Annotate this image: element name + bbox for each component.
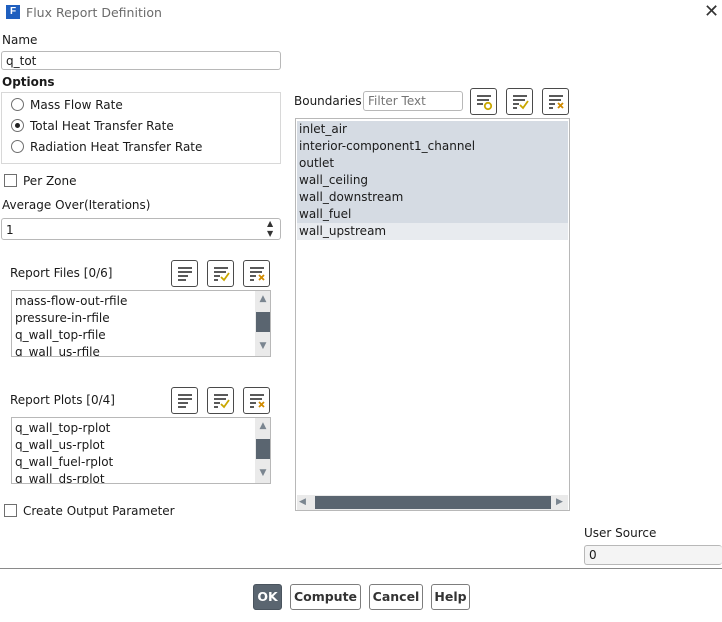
options-label: Options — [2, 75, 55, 89]
deselect-all-icon — [250, 267, 265, 281]
title-bar: F Flux Report Definition ✕ — [0, 0, 722, 26]
boundaries-horizontal-scrollbar[interactable]: ◀ ▶ — [297, 495, 568, 510]
boundaries-list[interactable]: inlet_air interior-component1_channel ou… — [295, 118, 570, 511]
report-files-list-all-button[interactable] — [171, 260, 198, 287]
radio-total-heat-transfer-rate[interactable] — [11, 119, 24, 132]
user-source-label: User Source — [584, 526, 657, 540]
boundaries-select-all-button[interactable] — [506, 88, 533, 115]
per-zone-label[interactable]: Per Zone — [23, 174, 77, 188]
name-label: Name — [2, 33, 38, 47]
radio-label-mass-flow-rate[interactable]: Mass Flow Rate — [30, 98, 123, 112]
radio-mass-flow-rate[interactable] — [11, 98, 24, 111]
user-source-input[interactable]: 0 — [584, 545, 722, 565]
report-plots-select-all-button[interactable] — [207, 387, 234, 414]
list-item[interactable]: q_wall_us-rfile — [15, 344, 100, 356]
stepper-up-icon[interactable]: ▲ — [267, 219, 273, 229]
boundary-item-wall-ceiling[interactable]: wall_ceiling — [299, 172, 368, 189]
boundary-item-wall-downstream[interactable]: wall_downstream — [299, 189, 403, 206]
per-zone-checkbox[interactable] — [4, 174, 17, 187]
report-plots-list-all-button[interactable] — [171, 387, 198, 414]
help-button[interactable]: Help — [431, 584, 470, 610]
report-files-list[interactable]: mass-flow-out-rfile pressure-in-rfile q_… — [11, 290, 271, 357]
boundaries-list-all-button[interactable] — [470, 88, 497, 115]
report-plots-deselect-all-button[interactable] — [243, 387, 270, 414]
report-plots-label: Report Plots [0/4] — [10, 393, 115, 407]
select-all-icon — [214, 267, 230, 282]
radio-label-radiation-heat-transfer-rate[interactable]: Radiation Heat Transfer Rate — [30, 140, 202, 154]
list-all-icon — [178, 267, 192, 281]
report-plots-scrollbar[interactable]: ▲ ▼ — [255, 418, 270, 483]
select-all-icon — [513, 95, 529, 110]
create-output-parameter-label[interactable]: Create Output Parameter — [23, 504, 175, 518]
deselect-all-icon — [549, 95, 564, 109]
list-item[interactable]: pressure-in-rfile — [15, 310, 110, 327]
report-files-deselect-all-button[interactable] — [243, 260, 270, 287]
report-plots-list[interactable]: q_wall_top-rplot q_wall_us-rplot q_wall_… — [11, 417, 271, 484]
stepper-down-icon[interactable]: ▼ — [267, 229, 273, 239]
options-group: Mass Flow Rate Total Heat Transfer Rate … — [1, 92, 281, 164]
list-item[interactable]: q_wall_top-rplot — [15, 420, 110, 437]
report-files-scrollbar[interactable]: ▲ ▼ — [255, 291, 270, 356]
boundary-item-wall-fuel[interactable]: wall_fuel — [299, 206, 351, 223]
compute-button[interactable]: Compute — [290, 584, 361, 610]
list-item[interactable]: q_wall_ds-rplot — [15, 471, 105, 483]
ok-button[interactable]: OK — [253, 584, 282, 610]
scroll-up-icon[interactable]: ▲ — [256, 292, 270, 306]
scroll-down-icon[interactable]: ▼ — [256, 466, 270, 480]
list-item[interactable]: q_wall_top-rfile — [15, 327, 106, 344]
scroll-thumb[interactable] — [256, 439, 270, 459]
select-all-icon — [214, 394, 230, 409]
report-files-select-all-button[interactable] — [207, 260, 234, 287]
selected-row — [297, 155, 568, 172]
boundary-item-outlet[interactable]: outlet — [299, 155, 334, 172]
list-item[interactable]: q_wall_fuel-rplot — [15, 454, 113, 471]
list-item[interactable]: mass-flow-out-rfile — [15, 293, 127, 310]
app-icon: F — [6, 5, 20, 19]
list-all-icon — [178, 394, 192, 408]
cancel-button[interactable]: Cancel — [369, 584, 423, 610]
scroll-down-icon[interactable]: ▼ — [256, 339, 270, 353]
boundaries-filter-input[interactable] — [363, 91, 463, 111]
report-files-label: Report Files [0/6] — [10, 266, 113, 280]
name-input[interactable]: q_tot — [1, 51, 281, 70]
boundary-item-inlet-air[interactable]: inlet_air — [299, 121, 347, 138]
radio-label-total-heat-transfer-rate[interactable]: Total Heat Transfer Rate — [30, 119, 174, 133]
scroll-left-icon[interactable]: ◀ — [299, 496, 306, 509]
boundaries-deselect-all-button[interactable] — [542, 88, 569, 115]
average-over-value: 1 — [6, 223, 14, 237]
report-plots-count: [0/4] — [86, 393, 115, 407]
report-files-count: [0/6] — [83, 266, 113, 280]
scroll-up-icon[interactable]: ▲ — [256, 419, 270, 433]
scroll-thumb[interactable] — [256, 312, 270, 332]
deselect-all-icon — [250, 394, 265, 408]
close-icon[interactable]: ✕ — [704, 3, 719, 21]
filter-list-icon — [477, 95, 493, 111]
window-title: Flux Report Definition — [26, 5, 162, 20]
average-over-stepper[interactable]: 1 ▲ ▼ — [1, 218, 281, 240]
footer-separator — [0, 568, 722, 569]
scroll-right-icon[interactable]: ▶ — [556, 496, 563, 509]
list-item[interactable]: q_wall_us-rplot — [15, 437, 105, 454]
scroll-thumb[interactable] — [315, 496, 551, 509]
average-over-label: Average Over(Iterations) — [2, 198, 151, 212]
boundaries-label: Boundaries — [294, 94, 362, 108]
radio-radiation-heat-transfer-rate[interactable] — [11, 140, 24, 153]
boundary-item-wall-upstream[interactable]: wall_upstream — [299, 223, 386, 240]
boundary-item-interior-component1-channel[interactable]: interior-component1_channel — [299, 138, 475, 155]
create-output-parameter-checkbox[interactable] — [4, 504, 17, 517]
